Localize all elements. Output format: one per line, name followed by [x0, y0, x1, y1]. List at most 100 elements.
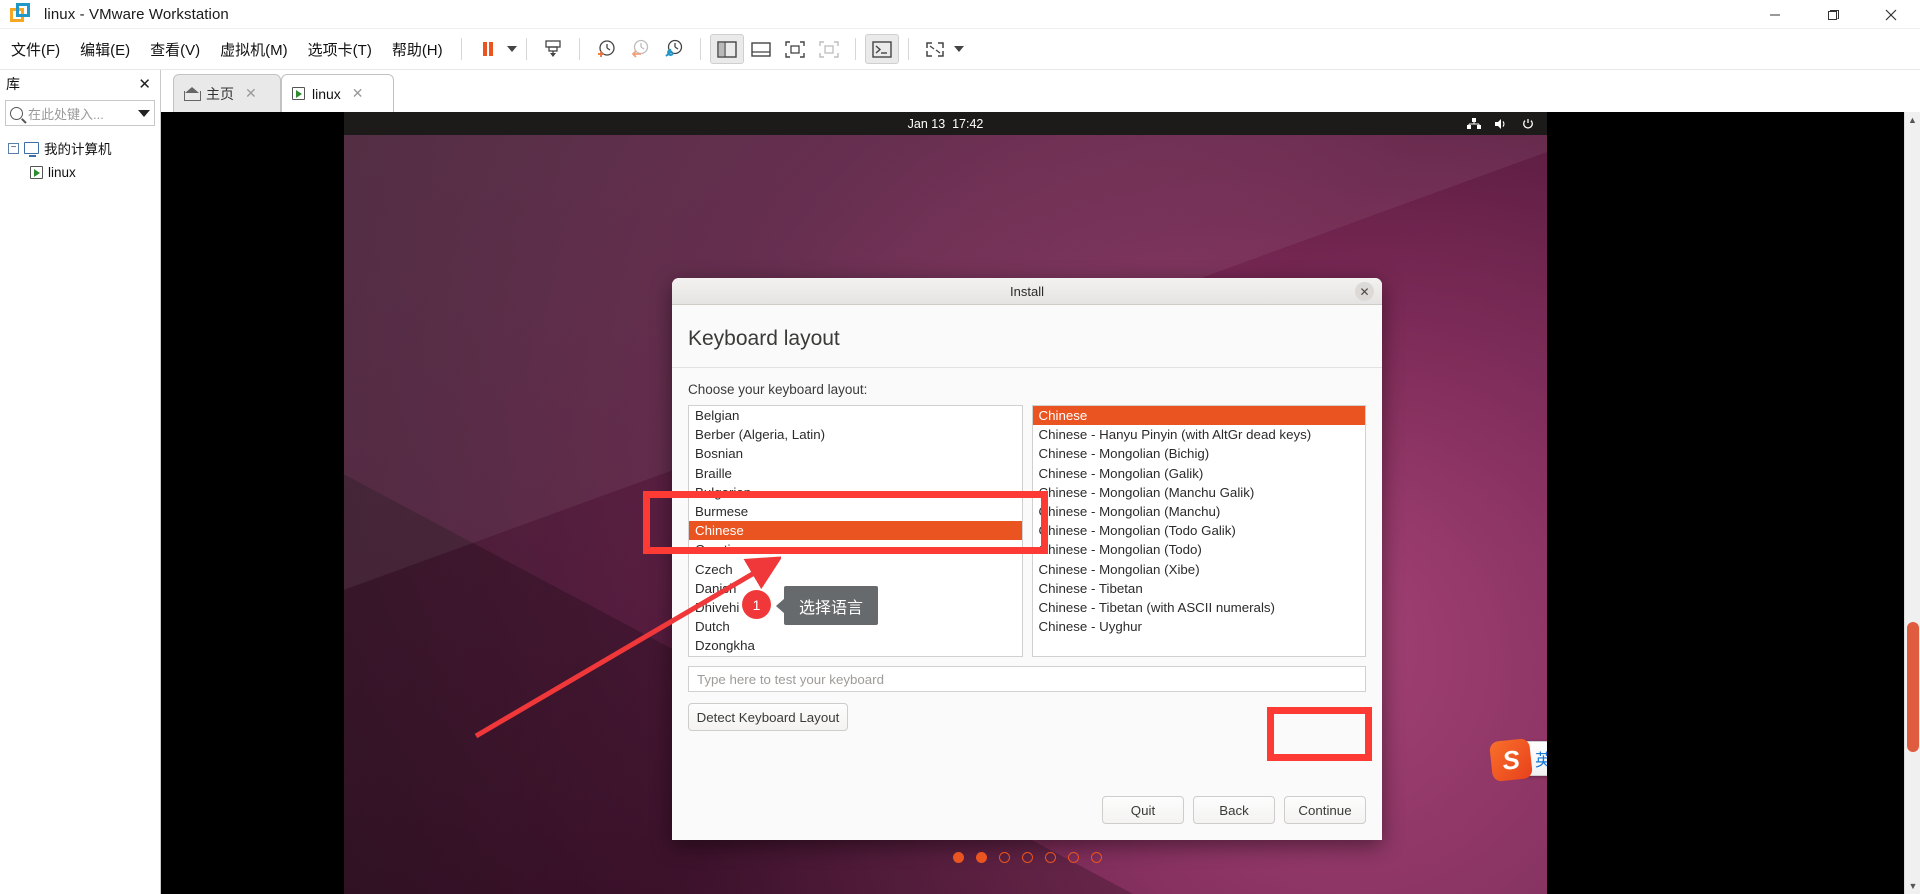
progress-dots	[672, 847, 1382, 867]
toolbar-snapshot-group	[589, 34, 691, 64]
tab-strip: 主页 ✕ linux ✕	[161, 70, 1920, 112]
send-ctrl-alt-del-icon[interactable]	[536, 34, 570, 64]
dialog-close-button[interactable]: ✕	[1355, 282, 1374, 301]
tab-linux[interactable]: linux ✕	[281, 74, 394, 112]
fullscreen-caret-icon[interactable]	[953, 46, 964, 52]
list-item[interactable]: Chinese - Mongolian (Todo)	[1033, 540, 1366, 559]
maximize-button[interactable]	[1804, 0, 1862, 29]
close-button[interactable]	[1862, 0, 1920, 29]
gnome-clock[interactable]: Jan 13 17:42	[908, 117, 984, 131]
tab-close-icon[interactable]: ✕	[352, 85, 364, 102]
menu-tabs[interactable]: 选项卡(T)	[299, 37, 381, 62]
list-item[interactable]: Chinese - Mongolian (Manchu)	[1033, 502, 1366, 521]
menu-edit[interactable]: 编辑(E)	[71, 37, 139, 62]
scrollbar-thumb[interactable]	[1907, 622, 1919, 752]
fit-guest-icon[interactable]	[778, 34, 812, 64]
vm-screen-icon	[292, 87, 305, 100]
pause-icon[interactable]	[471, 34, 505, 64]
scroll-down-icon[interactable]: ▼	[1905, 878, 1920, 894]
fullscreen-icon[interactable]	[918, 34, 952, 64]
library-tree: − 我的计算机 linux	[0, 136, 160, 184]
tree-item-my-computer[interactable]: − 我的计算机	[8, 136, 160, 160]
list-item[interactable]: Chinese - Mongolian (Galik)	[1033, 464, 1366, 483]
tab-home[interactable]: 主页 ✕	[173, 74, 281, 112]
list-item[interactable]: Chinese - Tibetan (with ASCII numerals)	[1033, 598, 1366, 617]
progress-dot	[975, 851, 987, 863]
network-icon[interactable]	[1467, 117, 1481, 131]
list-item[interactable]: Burmese	[689, 502, 1022, 521]
list-item[interactable]: Chinese	[689, 521, 1022, 541]
search-input[interactable]: 在此处键入...	[28, 104, 133, 123]
dropdown-caret-icon[interactable]	[506, 46, 517, 52]
list-item[interactable]: Belgian	[689, 406, 1022, 425]
show-library-icon[interactable]	[709, 34, 744, 64]
list-item[interactable]: Chinese - Mongolian (Bichig)	[1033, 444, 1366, 463]
vmware-workstation-window: linux - VMware Workstation 文件(F) 编辑(E) 查…	[0, 0, 1920, 894]
snapshot-take-icon[interactable]	[589, 34, 623, 64]
progress-dot	[1021, 851, 1033, 863]
library-title: 库	[6, 76, 20, 92]
list-item[interactable]: Chinese	[1032, 406, 1365, 426]
vm-scrollbar[interactable]: ▲ ▼	[1904, 112, 1920, 894]
list-item[interactable]: Chinese - Mongolian (Todo Galik)	[1033, 521, 1366, 540]
power-icon[interactable]	[1521, 117, 1535, 131]
minimize-button[interactable]	[1746, 0, 1804, 29]
fit-window-icon[interactable]	[812, 34, 846, 64]
progress-dot	[1067, 851, 1079, 863]
continue-button[interactable]: Continue	[1284, 796, 1366, 824]
library-close-button[interactable]: ✕	[135, 75, 154, 93]
menubar: 文件(F) 编辑(E) 查看(V) 虚拟机(M) 选项卡(T) 帮助(H)	[0, 29, 1920, 70]
tree-item-linux[interactable]: linux	[8, 160, 160, 184]
list-item[interactable]: Chinese - Hanyu Pinyin (with AltGr dead …	[1033, 425, 1366, 444]
guest-screen[interactable]: Jan 13 17:42 Install ✕ Keyboard layout C…	[161, 112, 1547, 894]
back-button[interactable]: Back	[1193, 796, 1275, 824]
page-title: Keyboard layout	[672, 305, 1382, 368]
vm-icon	[30, 165, 43, 179]
ime-mode-label[interactable]: 英	[1535, 746, 1547, 771]
list-item[interactable]: Berber (Algeria, Latin)	[689, 425, 1022, 444]
vm-console-area[interactable]: Jan 13 17:42 Install ✕ Keyboard layout C…	[161, 112, 1920, 894]
menu-help[interactable]: 帮助(H)	[383, 37, 452, 62]
list-item[interactable]: Chinese - Uyghur	[1033, 617, 1366, 636]
tab-close-icon[interactable]: ✕	[245, 85, 257, 102]
keyboard-test-input[interactable]: Type here to test your keyboard	[688, 666, 1366, 692]
detect-keyboard-layout-button[interactable]: Detect Keyboard Layout	[688, 703, 848, 731]
toolbar-separator	[460, 38, 462, 60]
expander-icon[interactable]: −	[8, 142, 19, 154]
quit-button[interactable]: Quit	[1102, 796, 1184, 824]
list-item[interactable]: Bulgarian	[689, 483, 1022, 502]
progress-dot	[1090, 851, 1102, 863]
menu-view[interactable]: 查看(V)	[141, 37, 209, 62]
sogou-ime-bar[interactable]: S 英	[1489, 738, 1547, 782]
list-item[interactable]: Chinese - Mongolian (Xibe)	[1033, 560, 1366, 579]
volume-icon[interactable]	[1494, 117, 1508, 131]
toolbar-separator	[525, 38, 527, 60]
annotation-tooltip: 选择语言	[775, 586, 879, 625]
guest-letterbox-right	[1547, 112, 1920, 894]
list-item[interactable]: Braille	[689, 464, 1022, 483]
snapshot-revert-icon[interactable]	[623, 34, 657, 64]
list-item[interactable]: Dzongkha	[689, 636, 1022, 655]
computer-icon	[24, 142, 39, 157]
list-item[interactable]: Chinese - Tibetan	[1033, 579, 1366, 598]
menu-vm[interactable]: 虚拟机(M)	[211, 37, 297, 62]
sogou-logo-icon[interactable]: S	[1489, 738, 1533, 782]
library-panel: 库 ✕ 在此处键入... − 我的计算机 linux	[0, 70, 161, 894]
library-search-box[interactable]: 在此处键入...	[5, 100, 155, 126]
dialog-titlebar: Install ✕	[672, 278, 1382, 305]
list-item[interactable]: Bosnian	[689, 444, 1022, 463]
list-item[interactable]: Chinese - Mongolian (Manchu Galik)	[1033, 483, 1366, 502]
library-header: 库 ✕	[0, 70, 160, 98]
chevron-down-icon[interactable]	[138, 109, 150, 117]
keyboard-variant-list[interactable]: Chinese Chinese - Hanyu Pinyin (with AltG…	[1031, 405, 1366, 657]
list-item[interactable]: Croatian	[689, 540, 1022, 559]
home-icon	[184, 87, 201, 101]
show-thumbnails-icon[interactable]	[744, 34, 778, 64]
scroll-up-icon[interactable]: ▲	[1905, 112, 1920, 128]
toolbar-separator	[907, 38, 909, 60]
snapshot-manager-icon[interactable]	[657, 34, 691, 64]
console-icon[interactable]	[864, 34, 899, 64]
gnome-tray	[1467, 117, 1535, 131]
menu-file[interactable]: 文件(F)	[2, 37, 69, 62]
list-item[interactable]: Czech	[689, 560, 1022, 579]
